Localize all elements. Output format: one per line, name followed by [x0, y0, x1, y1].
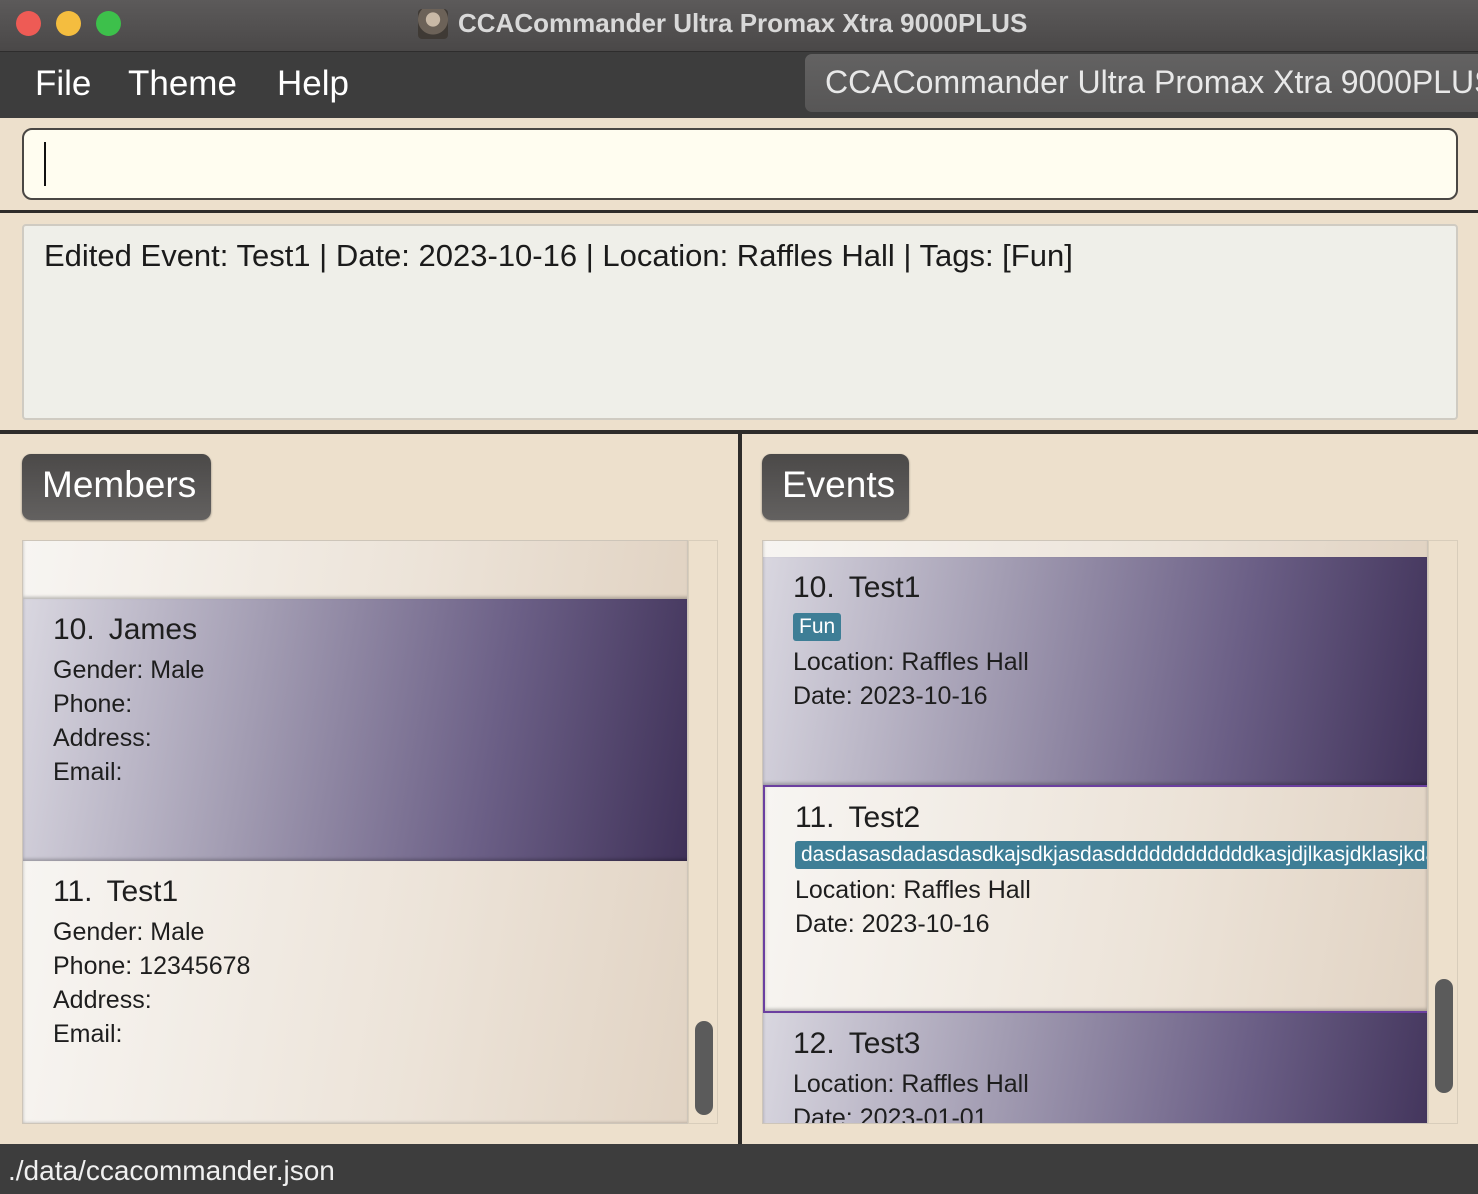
event-location: Location: Raffles Hall — [793, 648, 1029, 676]
event-card-selected[interactable]: 11. Test2 dasdasasdadasdasdkajsdkjasdasdd… — [763, 785, 1427, 1013]
member-card[interactable]: 11. Test1 Gender: Male Phone: 12345678 Ad… — [23, 861, 687, 1123]
divider — [0, 210, 1478, 213]
member-name: 11. Test1 — [53, 875, 659, 909]
window-titlebar: CCACommander Ultra Promax Xtra 9000PLUS — [0, 0, 1478, 52]
event-location: Location: Raffles Hall — [793, 1070, 1029, 1098]
text-caret — [44, 142, 46, 186]
event-card[interactable]: 10. Test1 Fun Location: Raffles Hall Date… — [763, 557, 1427, 785]
app-title-box: CCACommander Ultra Promax Xtra 9000PLUS — [805, 54, 1478, 112]
event-date: Date: 2023-10-16 — [793, 682, 988, 710]
status-bar: ./data/ccacommander.json — [0, 1144, 1478, 1194]
event-tag: dasdasasdadasdasdkajsdkjasdasddddddddddd… — [795, 841, 1427, 869]
events-label: Events — [762, 454, 909, 520]
event-date: Date: 2023-10-16 — [795, 910, 990, 938]
event-name: 12. Test3 — [793, 1027, 1399, 1061]
maximize-window-button[interactable] — [96, 11, 121, 36]
member-email: Email: — [53, 758, 123, 786]
event-name-text: Test2 — [848, 801, 921, 834]
member-index: 10. — [53, 613, 95, 646]
member-name: 10. James — [53, 613, 659, 647]
members-scroll-thumb[interactable] — [695, 1021, 713, 1115]
panel-divider[interactable] — [738, 432, 742, 1144]
menu-file[interactable]: File — [31, 62, 95, 106]
menu-bar: File Theme Help CCACommander Ultra Proma… — [0, 52, 1478, 118]
command-box-area — [0, 118, 1478, 212]
member-phone: Phone: 12345678 — [53, 952, 251, 980]
menu-help[interactable]: Help — [273, 62, 353, 106]
app-title-label: CCACommander Ultra Promax Xtra 9000PLUS — [825, 64, 1478, 100]
event-index: 11. — [795, 801, 835, 834]
list-item-partial[interactable] — [23, 541, 687, 599]
member-gender: Gender: Male — [53, 918, 205, 946]
member-name-text: James — [108, 613, 198, 646]
minimize-window-button[interactable] — [56, 11, 81, 36]
member-gender: Gender: Male — [53, 656, 205, 684]
member-name-text: Test1 — [106, 875, 179, 908]
menu-theme[interactable]: Theme — [124, 62, 241, 106]
members-list[interactable]: 10. James Gender: Male Phone: Address: Em… — [22, 540, 688, 1124]
members-scrollbar[interactable] — [688, 540, 718, 1124]
close-window-button[interactable] — [16, 11, 41, 36]
command-input[interactable] — [22, 128, 1458, 200]
event-index: 12. — [793, 1027, 835, 1060]
app-icon — [418, 9, 448, 39]
event-index: 10. — [793, 571, 835, 604]
window-title: CCACommander Ultra Promax Xtra 9000PLUS — [458, 8, 1028, 38]
members-label: Members — [22, 454, 211, 520]
member-address: Address: — [53, 986, 152, 1014]
events-list[interactable]: 10. Test1 Fun Location: Raffles Hall Date… — [762, 540, 1428, 1124]
event-name: 10. Test1 — [793, 571, 1399, 605]
result-message: Edited Event: Test1 | Date: 2023-10-16 |… — [44, 238, 1073, 273]
result-display: Edited Event: Test1 | Date: 2023-10-16 |… — [22, 224, 1458, 420]
member-address: Address: — [53, 724, 152, 752]
event-name-text: Test3 — [848, 1027, 921, 1060]
events-scrollbar[interactable] — [1428, 540, 1458, 1124]
events-scroll-thumb[interactable] — [1435, 979, 1453, 1093]
event-name: 11. Test2 — [795, 801, 1397, 835]
event-date: Date: 2023-01-01 — [793, 1104, 988, 1124]
event-name-text: Test1 — [848, 571, 921, 604]
event-location: Location: Raffles Hall — [795, 876, 1031, 904]
event-tag: Fun — [793, 613, 842, 641]
member-phone: Phone: — [53, 690, 133, 718]
event-card[interactable]: 12. Test3 Location: Raffles Hall Date: 20… — [763, 1013, 1427, 1124]
save-file-path: ./data/ccacommander.json — [8, 1155, 335, 1186]
member-card[interactable]: 10. James Gender: Male Phone: Address: Em… — [23, 599, 687, 861]
member-email: Email: — [53, 1020, 123, 1048]
member-index: 11. — [53, 875, 93, 908]
